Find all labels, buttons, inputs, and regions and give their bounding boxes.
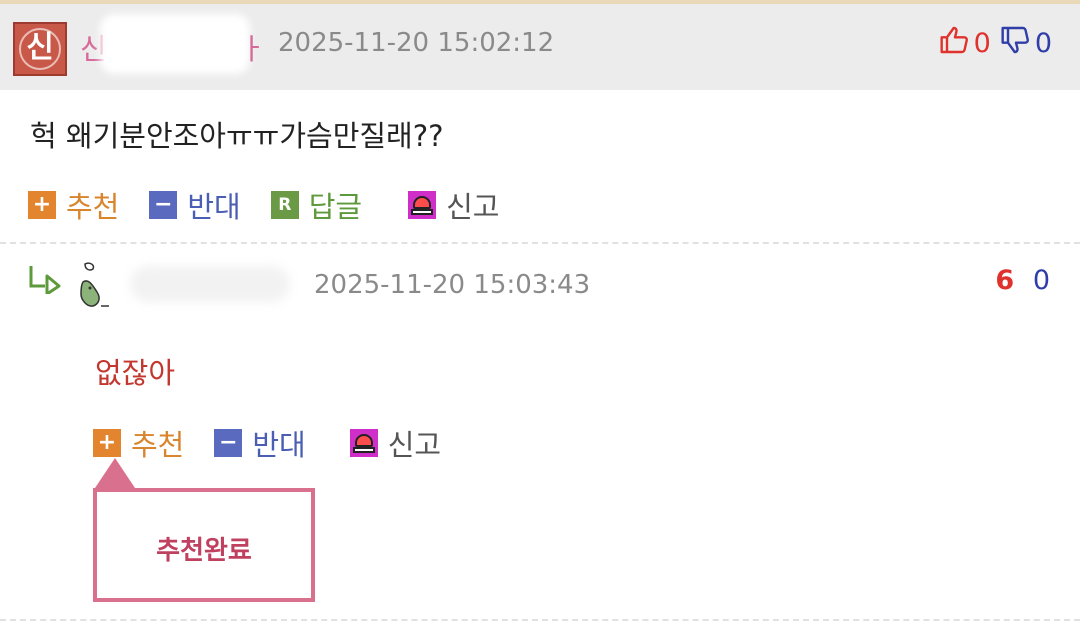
oppose-label: 반대 bbox=[252, 428, 306, 462]
plus-icon: + bbox=[93, 429, 121, 457]
report-button[interactable]: 신고 bbox=[408, 184, 500, 226]
recommend-button[interactable]: + 추천 bbox=[28, 184, 119, 226]
reply-nickname-redaction bbox=[130, 266, 290, 302]
bottom-divider bbox=[0, 619, 1080, 621]
reply-label: 답글 bbox=[308, 190, 363, 224]
plus-icon: + bbox=[28, 191, 56, 219]
report-label: 신고 bbox=[446, 190, 500, 224]
reply-date: 2025-11-20 15:03:43 bbox=[314, 270, 591, 300]
recommend-label: 추천 bbox=[66, 190, 120, 224]
oppose-label: 반대 bbox=[187, 190, 241, 224]
nickname-redaction bbox=[100, 14, 250, 74]
post-upvote-count: 0 bbox=[973, 28, 991, 59]
post-votes: 0 0 bbox=[939, 24, 1052, 63]
report-label: 신고 bbox=[387, 428, 442, 462]
thumbs-down-icon[interactable] bbox=[1000, 24, 1032, 63]
recommend-done-tooltip: 추천완료 bbox=[93, 488, 315, 602]
reply-votes: 6 0 bbox=[995, 265, 1050, 296]
reply-downvote-count: 0 bbox=[1032, 265, 1050, 296]
author-nickname-end[interactable]: ㅏ bbox=[239, 26, 266, 68]
reply-upvote-count: 6 bbox=[995, 265, 1015, 296]
post-text: 헉 왜기분안조아ㅠㅠ가슴만질래?? bbox=[30, 119, 444, 153]
oppose-button[interactable]: − 반대 bbox=[149, 184, 241, 226]
reply-actions: + 추천 − 반대 신고 bbox=[93, 422, 471, 464]
reply-arrow-icon bbox=[27, 264, 65, 298]
reply-author-avatar[interactable] bbox=[77, 262, 113, 312]
tooltip-text: 추천완료 bbox=[156, 536, 252, 566]
post-actions: + 추천 − 반대 R 답글 신고 bbox=[28, 184, 530, 226]
tooltip-arrow bbox=[95, 458, 135, 488]
reply-report-button[interactable]: 신고 bbox=[349, 422, 442, 464]
reply-button[interactable]: R 답글 bbox=[270, 184, 363, 226]
reply-text: 없잖아 bbox=[95, 356, 176, 390]
recommend-label: 추천 bbox=[131, 428, 185, 462]
siren-icon bbox=[349, 429, 378, 457]
thumbs-up-icon[interactable] bbox=[939, 24, 971, 63]
reply-oppose-button[interactable]: − 반대 bbox=[214, 422, 306, 464]
reply-icon: R bbox=[270, 191, 299, 219]
minus-icon: − bbox=[214, 429, 243, 457]
post-downvote-count: 0 bbox=[1034, 28, 1052, 59]
post-date: 2025-11-20 15:02:12 bbox=[278, 28, 555, 58]
author-avatar[interactable]: 신 bbox=[13, 22, 67, 76]
avatar-ring bbox=[19, 28, 61, 70]
siren-icon bbox=[408, 191, 437, 219]
minus-icon: − bbox=[149, 191, 178, 219]
comment-divider bbox=[0, 242, 1080, 244]
